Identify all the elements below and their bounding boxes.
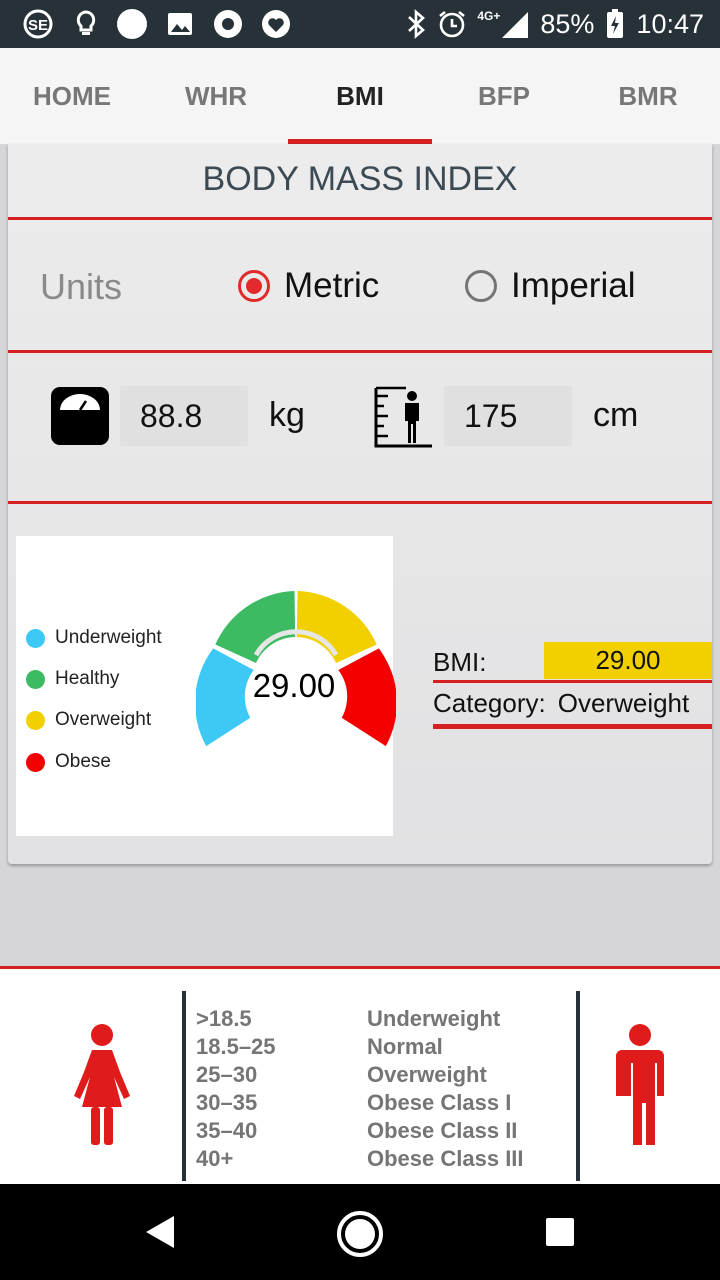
circle-notification-icon [117,9,147,39]
status-right: 4G+ 85% 10:47 [405,0,704,48]
page-title: BODY MASS INDEX [202,159,518,198]
weight-unit: kg [269,396,305,434]
range-item: 40+ [196,1146,234,1171]
divider [576,991,580,1181]
female-figure-icon [74,1024,130,1145]
range-item: 30–35 [196,1090,258,1115]
imperial-radio[interactable]: Imperial [465,266,635,306]
legend-dot [26,669,45,689]
battery-charging-icon [607,9,624,38]
clock: 10:47 [636,8,704,39]
battery-percent: 85% [540,8,595,39]
legend-item: Healthy [26,667,119,691]
legend-dot [26,628,45,648]
category-item: Obese Class I [367,1090,512,1115]
legend-label: Healthy [55,668,120,689]
status-bar: SE 4G+ 85% 10:47 [0,0,720,48]
weight-input[interactable]: 88.8 [120,386,248,446]
category-column: Underweight Normal Overweight Obese Clas… [367,1005,524,1173]
legend-label: Underweight [55,627,162,648]
tab-bfp[interactable]: BFP [432,48,576,144]
category-item: Normal [367,1034,443,1059]
tab-bmi[interactable]: BMI [288,48,432,144]
metric-label: Metric [284,266,380,305]
height-input[interactable]: 175 [444,386,572,446]
network-type: 4G+ [477,9,501,23]
divider [8,501,712,504]
metric-radio[interactable]: Metric [238,266,379,306]
sim-notification-icon: SE [23,9,53,39]
tab-bar: HOME WHR BMI BFP BMR [0,48,720,144]
range-item: 35–40 [196,1118,258,1143]
image-icon [168,13,192,35]
range-item: 25–30 [196,1062,258,1087]
legend-item: Overweight [26,708,151,732]
height-unit: cm [593,396,639,434]
range-item: 18.5–25 [196,1034,276,1059]
category-item: Overweight [367,1062,487,1087]
category-item: Obese Class II [367,1118,518,1143]
scale-icon [51,387,109,445]
legend-label: Overweight [55,709,152,730]
divider [182,991,186,1181]
bmi-reference-panel: >18.5 18.5–25 25–30 30–35 35–40 40+ Unde… [0,966,720,1184]
category-item: Underweight [367,1006,501,1031]
divider [8,217,712,220]
recents-icon[interactable] [544,1216,576,1248]
bmi-card: BODY MASS INDEX Units Metric Imperial 88… [8,144,712,864]
category-label: Category: [433,688,546,718]
home-icon[interactable] [336,1210,384,1258]
tab-bmr[interactable]: BMR [576,48,720,144]
legend-dot [26,710,45,730]
bmi-label: BMI: [433,647,487,677]
tab-home[interactable]: HOME [0,48,144,144]
legend-label: Obese [55,751,111,772]
svg-text:SE: SE [28,17,48,34]
legend-item: Obese [26,750,111,774]
category-row: Category: Overweight [433,688,689,719]
underline [433,724,712,729]
tab-whr[interactable]: WHR [144,48,288,144]
radio-selected-icon [238,270,270,302]
back-icon[interactable] [140,1212,180,1252]
heart-app-icon [262,10,290,38]
male-figure-icon [616,1024,664,1145]
signal-icon [502,12,529,38]
alarm-icon [439,10,466,38]
units-label: Units [40,266,123,307]
divider [8,350,712,353]
category-value: Overweight [557,688,690,718]
imperial-label: Imperial [511,266,636,305]
legend-item: Underweight [26,626,162,650]
bluetooth-icon [408,9,426,39]
legend-dot [26,752,45,772]
navigation-bar [0,1184,720,1280]
height-icon [374,386,432,448]
underline [433,680,712,683]
category-item: Obese Class III [367,1146,524,1171]
radio-unselected-icon [465,270,497,302]
lightbulb-icon [76,10,96,35]
gauge-panel: Underweight Healthy Overweight Obese 29.… [16,536,396,836]
range-column: >18.5 18.5–25 25–30 30–35 35–40 40+ [196,1005,276,1173]
range-item: >18.5 [196,1006,252,1031]
bmi-value: 29.00 [544,642,712,679]
gauge-value: 29.00 [252,667,336,704]
record-icon [214,10,242,38]
